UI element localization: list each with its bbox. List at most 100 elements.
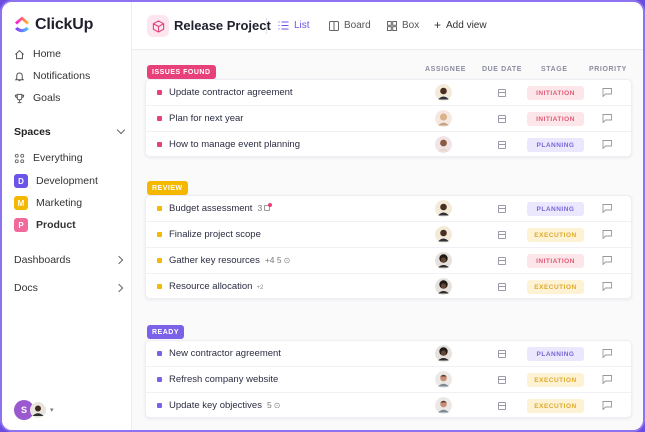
avatar[interactable] [435, 252, 452, 269]
comment-icon[interactable] [602, 256, 612, 265]
project-icon [147, 15, 169, 37]
group-label-ready[interactable]: READY [147, 325, 185, 339]
table-row[interactable]: Refresh company website EXECUTION [146, 367, 633, 393]
table-row[interactable]: Plan for next year INITIATION [146, 106, 633, 132]
table-row[interactable]: Update key objectives 5 ⊙ EXECUTION [146, 393, 633, 419]
stage-badge[interactable]: PLANNING [527, 347, 584, 361]
comment-icon[interactable] [602, 230, 612, 239]
comment-icon[interactable] [602, 401, 612, 410]
sidebar: ClickUp Home Notifications Goals Spaces [2, 2, 132, 430]
table-row[interactable]: How to manage event planning PLANNING [146, 132, 633, 158]
calendar-icon[interactable] [498, 257, 506, 265]
avatar[interactable] [435, 345, 452, 362]
spaces-header[interactable]: Spaces [14, 125, 126, 138]
comment-icon[interactable] [602, 375, 612, 384]
task-name[interactable]: Finalize project scope [169, 229, 261, 240]
calendar-icon[interactable] [498, 141, 506, 149]
sidebar-item-marketing[interactable]: M Marketing [14, 196, 82, 210]
task-name[interactable]: Plan for next year [169, 113, 243, 124]
avatar[interactable] [435, 226, 452, 243]
task-name[interactable]: How to manage event planning [169, 139, 300, 150]
task-name[interactable]: Budget assessment 3 [169, 203, 273, 214]
tab-list[interactable]: List [278, 20, 310, 31]
stage-badge[interactable]: EXECUTION [527, 399, 584, 413]
tab-board[interactable]: Board [329, 20, 371, 31]
task-name[interactable]: Resource allocation +2 [169, 281, 263, 292]
stage-badge[interactable]: PLANNING [527, 138, 584, 152]
calendar-icon[interactable] [498, 231, 506, 239]
stage-badge[interactable]: INITIATION [527, 112, 584, 126]
calendar-icon[interactable] [498, 89, 506, 97]
task-name[interactable]: Gather key resources +4 5 ⊙ [169, 255, 290, 266]
group-label-review[interactable]: REVIEW [147, 181, 188, 195]
sidebar-item-product[interactable]: P Product [14, 218, 76, 232]
tab-label: Board [344, 20, 371, 31]
add-view-button[interactable]: + Add view [434, 19, 487, 31]
avatar[interactable] [435, 84, 452, 101]
box-icon [387, 20, 397, 31]
comment-icon[interactable] [602, 114, 612, 123]
sidebar-item-development[interactable]: D Development [14, 174, 98, 188]
user-menu[interactable]: S ▾ [14, 400, 54, 420]
column-header-priority[interactable]: PRIORITY [589, 66, 627, 73]
table-row[interactable]: New contractor agreement PLANNING [146, 341, 633, 367]
avatar[interactable] [435, 371, 452, 388]
sidebar-item-everything[interactable]: Everything [14, 152, 83, 164]
stage-badge[interactable]: PLANNING [527, 202, 584, 216]
calendar-icon[interactable] [498, 350, 506, 358]
home-icon [15, 49, 24, 59]
avatar[interactable] [435, 136, 452, 153]
comment-icon[interactable] [602, 204, 612, 213]
table-row[interactable]: Update contractor agreement INITIATION [146, 80, 633, 106]
task-name[interactable]: New contractor agreement [169, 348, 281, 359]
calendar-icon[interactable] [498, 402, 506, 410]
status-dot [157, 351, 162, 356]
column-header-assignee[interactable]: ASSIGNEE [425, 66, 466, 73]
stage-badge[interactable]: INITIATION [527, 254, 584, 268]
table-row[interactable]: Gather key resources +4 5 ⊙ INITIATION [146, 248, 633, 274]
stage-badge[interactable]: EXECUTION [527, 280, 584, 294]
task-group: Update contractor agreement INITIATION P… [145, 79, 633, 158]
table-row[interactable]: Resource allocation +2 EXECUTION [146, 274, 633, 300]
avatar[interactable] [435, 278, 452, 295]
avatar[interactable] [435, 110, 452, 127]
list-view: ASSIGNEE DUE DATE STAGE PRIORITY ISSUES … [132, 50, 643, 430]
avatar[interactable] [435, 397, 452, 414]
sidebar-item-dashboards[interactable]: Dashboards [14, 254, 124, 266]
calendar-icon[interactable] [498, 205, 506, 213]
comment-icon[interactable] [602, 282, 612, 291]
column-header-due-date[interactable]: DUE DATE [482, 66, 522, 73]
sidebar-item-goals[interactable]: Goals [14, 92, 60, 104]
comment-icon [264, 203, 273, 211]
avatar[interactable] [435, 200, 452, 217]
status-dot [157, 142, 162, 147]
stage-badge[interactable]: EXECUTION [527, 373, 584, 387]
table-row[interactable]: Finalize project scope EXECUTION [146, 222, 633, 248]
comment-icon[interactable] [602, 88, 612, 97]
comment-icon[interactable] [602, 349, 612, 358]
task-group: New contractor agreement PLANNING Refres… [145, 340, 633, 419]
sidebar-item-docs[interactable]: Docs [14, 282, 124, 294]
sidebar-item-notifications[interactable]: Notifications [14, 70, 90, 82]
task-name[interactable]: Update contractor agreement [169, 87, 293, 98]
calendar-icon[interactable] [498, 115, 506, 123]
task-name[interactable]: Refresh company website [169, 374, 278, 385]
status-dot [157, 284, 162, 289]
task-name[interactable]: Update key objectives 5 ⊙ [169, 400, 280, 411]
status-dot [157, 232, 162, 237]
task-title: Update key objectives [169, 400, 262, 411]
sidebar-item-home[interactable]: Home [14, 48, 61, 60]
sidebar-item-label: Product [36, 219, 76, 231]
tab-label: Box [402, 20, 420, 31]
column-header-stage[interactable]: STAGE [541, 66, 568, 73]
group-label-issues-found[interactable]: ISSUES FOUND [147, 65, 216, 79]
comment-icon[interactable] [602, 140, 612, 149]
stage-badge[interactable]: EXECUTION [527, 228, 584, 242]
status-dot [157, 206, 162, 211]
calendar-icon[interactable] [498, 283, 506, 291]
tab-box[interactable]: Box [387, 20, 419, 31]
stage-badge[interactable]: INITIATION [527, 86, 584, 100]
calendar-icon[interactable] [498, 376, 506, 384]
table-row[interactable]: Budget assessment 3 PLANNING [146, 196, 633, 222]
clickup-logo[interactable]: ClickUp [14, 16, 93, 34]
